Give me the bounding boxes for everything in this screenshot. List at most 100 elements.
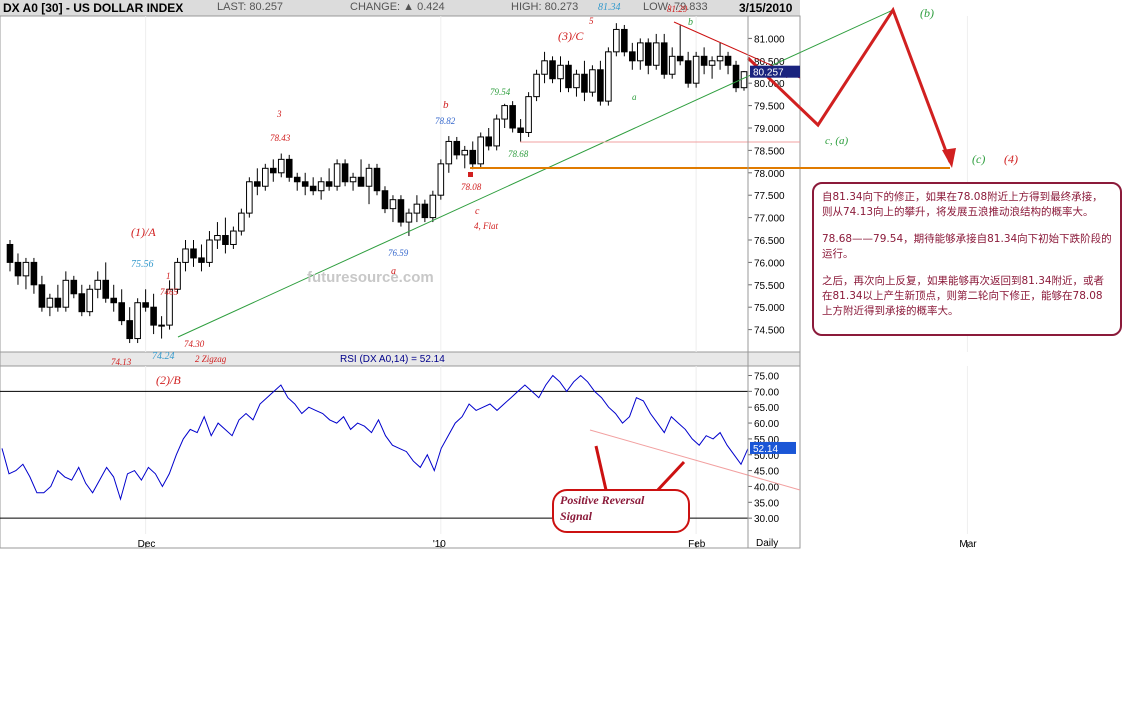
candle-body [118, 302, 125, 322]
price-tick-label: 78.000 [754, 169, 785, 180]
candle-body [365, 167, 373, 187]
candle-body [405, 212, 413, 223]
candle-body [644, 42, 652, 66]
candle-body [660, 42, 668, 75]
candle-body [437, 163, 445, 196]
candle-body [613, 28, 620, 53]
candle [429, 190, 437, 223]
candle [262, 163, 269, 191]
price-8129-label: 81.29 [667, 4, 688, 14]
candle [605, 47, 612, 106]
candle-body [589, 69, 596, 93]
x-tick-label: Dec [138, 539, 156, 550]
candle [621, 24, 628, 57]
x-tick-label: '10 [433, 539, 446, 550]
price-7868-label: 78.68 [508, 149, 529, 159]
candle-body [78, 293, 86, 313]
candle-body [581, 73, 588, 93]
candle-body [557, 64, 564, 80]
candle-body [6, 243, 14, 263]
candle [740, 70, 748, 91]
candle-body [262, 167, 269, 187]
wave-3-c-label: (3)/C [558, 29, 584, 43]
price-8134-label: 81.34 [598, 2, 621, 13]
candle-body [30, 261, 38, 286]
wave-c-a-label: c, (a) [825, 135, 849, 147]
candle [246, 177, 253, 218]
candle-body [549, 60, 556, 80]
candle [238, 208, 245, 236]
candle-body [636, 42, 644, 62]
candle-body [692, 55, 700, 84]
price-7424-label: 74.24 [152, 351, 175, 362]
price-tick-label: 77.000 [754, 214, 785, 225]
wave-3-label: 3 [276, 109, 282, 119]
wave-2-zigzag-label: 2 Zigzag [195, 354, 227, 364]
candle-body [86, 288, 94, 313]
rsi-tick-label: 75.00 [754, 372, 779, 383]
rsi-title: RSI (DX A0,14) = 52.14 [340, 354, 445, 365]
candle-body [668, 55, 676, 75]
candle-body [605, 51, 612, 102]
wave-2-b-label: (2)/B [156, 373, 181, 387]
low-7808-marker [468, 172, 473, 177]
analysis-note-3: 之后，再次向上反复，如果能够再次返回到81.34附近，或者在81.34以上产生新… [822, 275, 1105, 317]
candle [477, 132, 485, 169]
rsi-tick-label: 40.00 [754, 482, 779, 493]
candle-body [206, 239, 213, 263]
candle-body [214, 235, 221, 241]
candle-body [14, 261, 22, 277]
candle-body [142, 302, 149, 308]
candle [373, 163, 381, 196]
chart-root: DX A0 [30] - US DOLLAR INDEX LAST: 80.25… [0, 0, 1130, 713]
candle [86, 284, 94, 317]
candle-body [740, 71, 748, 89]
candle-body [389, 199, 397, 210]
candle-body [429, 194, 437, 219]
x-tick-label: Mar [959, 539, 977, 550]
candle-body [341, 163, 349, 183]
candle-body [150, 306, 157, 326]
signal-label-line2: Signal [560, 509, 593, 523]
candle [589, 65, 596, 97]
candle [437, 159, 445, 200]
candle-body [182, 248, 189, 263]
candle-body [501, 105, 508, 120]
candle [134, 298, 141, 344]
sub-wave-a-green-label: a [632, 92, 637, 102]
candle-body [198, 257, 205, 263]
candle-body [716, 55, 724, 62]
candle-body [517, 127, 524, 133]
candle-body [62, 279, 70, 308]
candle-body [190, 248, 197, 259]
candle-body [70, 279, 78, 295]
candle-body [317, 181, 325, 192]
signal-label-line1: Positive Reversal [560, 493, 645, 507]
price-tick-label: 81.000 [754, 34, 785, 45]
price-tick-label: 74.500 [754, 326, 785, 337]
candle-body [293, 176, 301, 183]
price-tick-label: 75.500 [754, 281, 785, 292]
wave-1-a-label: (1)/A [131, 225, 156, 239]
candle-body [325, 181, 333, 187]
candle-body [102, 279, 110, 299]
candle-body [222, 235, 229, 245]
candle-body [397, 199, 405, 223]
candle-body [525, 96, 532, 133]
candle [549, 56, 556, 84]
wave-4-flat-label: 4, Flat [474, 221, 498, 231]
candle-body [277, 158, 285, 174]
wave-4-label: (4) [1004, 152, 1018, 166]
candle-body [732, 64, 740, 89]
price-tick-label: 77.500 [754, 191, 785, 202]
candle-body [477, 136, 485, 165]
candle-body [309, 185, 317, 192]
price-7659-label: 76.59 [388, 248, 409, 258]
analysis-note-box: 自81.34向下的修正，如果在78.08附近上方得到最终承接，则从74.13向上… [812, 182, 1122, 336]
candle [692, 51, 700, 88]
rsi-tick-label: 35.00 [754, 498, 779, 509]
candle-body [246, 181, 253, 214]
rsi-tick-label: 60.00 [754, 419, 779, 430]
candle-body [461, 149, 469, 156]
candle [397, 195, 405, 227]
